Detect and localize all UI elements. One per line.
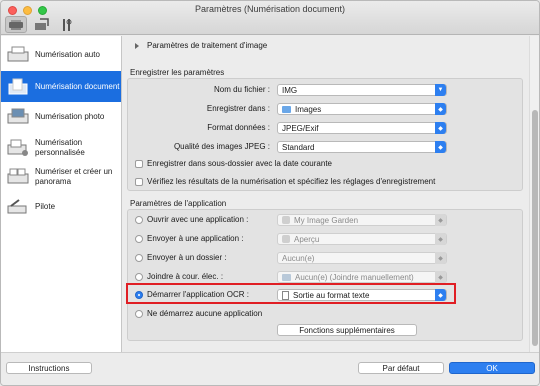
chevron-updown-icon: ◆ xyxy=(435,252,446,264)
attach-email-label: Joindre à cour. élec. : xyxy=(147,272,224,281)
send-folder-label: Envoyer à un dossier : xyxy=(147,253,227,262)
attach-email-radio[interactable]: Joindre à cour. élec. : xyxy=(135,272,223,281)
sidebar-item-label: Numérisation document xyxy=(35,81,120,91)
format-select[interactable]: JPEG/Exif ◆ xyxy=(277,122,447,134)
verify-results-label: Vérifiez les résultats de la numérisatio… xyxy=(147,177,436,186)
sidebar-item-label: Numérisation auto xyxy=(35,50,100,59)
general-settings-icon xyxy=(35,17,49,30)
sidebar-item-label: Pilote xyxy=(35,202,56,211)
sidebar-item-document-scan[interactable]: Numérisation document xyxy=(1,71,121,102)
scan-settings-tab[interactable] xyxy=(5,16,27,33)
send-app-label: Envoyer à une application : xyxy=(147,234,244,243)
send-app-value: Aperçu xyxy=(294,234,320,244)
checkbox-box[interactable] xyxy=(135,177,143,186)
chevron-updown-icon: ◆ xyxy=(435,141,446,153)
filename-value: IMG xyxy=(282,85,298,95)
verify-results-checkbox[interactable]: Vérifiez les résultats de la numérisatio… xyxy=(135,177,435,186)
no-app-label: Ne démarrez aucune application xyxy=(147,309,263,318)
settings-panel: Paramètres de traitement d'image Enregis… xyxy=(123,36,528,352)
open-app-label: Ouvrir avec une application : xyxy=(147,215,249,224)
app-settings-title: Paramètres de l'application xyxy=(130,199,227,208)
subfolder-date-label: Enregistrer dans sous-dossier avec la da… xyxy=(147,159,332,168)
chevron-updown-icon: ◆ xyxy=(435,214,446,226)
settings-window: Paramètres (Numérisation document) Numér… xyxy=(0,0,540,386)
image-processing-disclosure[interactable]: Paramètres de traitement d'image xyxy=(135,41,267,50)
send-folder-select[interactable]: Aucun(e) ◆ xyxy=(277,252,447,264)
format-value: JPEG/Exif xyxy=(282,123,319,133)
default-button[interactable]: Par défaut xyxy=(358,362,444,374)
title-bar: Paramètres (Numérisation document) xyxy=(1,1,539,35)
open-app-value: My Image Garden xyxy=(294,215,359,225)
preview-icon xyxy=(282,235,290,243)
save-in-label: Enregistrer dans : xyxy=(206,104,270,113)
chevron-updown-icon: ◆ xyxy=(435,271,446,283)
send-folder-value: Aucun(e) xyxy=(282,253,315,263)
custom-scan-icon xyxy=(7,139,28,156)
chevron-updown-icon: ◆ xyxy=(435,122,446,134)
send-app-radio[interactable]: Envoyer à une application : xyxy=(135,234,244,243)
scan-settings-icon xyxy=(9,19,23,30)
document-scan-icon xyxy=(8,78,28,94)
instructions-button[interactable]: Instructions xyxy=(6,362,92,374)
photo-scan-icon xyxy=(7,108,29,124)
window-title: Paramètres (Numérisation document) xyxy=(194,4,346,14)
chevron-updown-icon: ◆ xyxy=(435,233,446,245)
ocr-highlight-box xyxy=(126,283,456,304)
sidebar-item-label: Numérisation personnalisée xyxy=(35,138,85,157)
attach-email-select[interactable]: Aucun(e) (Joindre manuellement) ◆ xyxy=(277,271,447,283)
folder-icon xyxy=(282,105,291,113)
driver-icon xyxy=(7,199,27,214)
subfolder-date-checkbox[interactable]: Enregistrer dans sous-dossier avec la da… xyxy=(135,159,332,168)
open-app-select[interactable]: My Image Garden ◆ xyxy=(277,214,447,226)
radio-button[interactable] xyxy=(135,253,143,262)
sidebar-item-panorama[interactable]: Numériser et créer un panorama xyxy=(1,164,121,190)
save-settings-group: Nom du fichier : IMG ▼ Enregistrer dans … xyxy=(127,78,523,191)
app-icon xyxy=(282,216,290,224)
ok-button[interactable]: OK xyxy=(449,362,535,374)
radio-button[interactable] xyxy=(135,309,143,318)
tools-tab[interactable] xyxy=(57,16,79,33)
mail-icon xyxy=(282,273,291,281)
checkbox-box[interactable] xyxy=(135,159,143,168)
send-folder-radio[interactable]: Envoyer à un dossier : xyxy=(135,253,227,262)
sidebar-item-label: Numérisation photo xyxy=(35,112,105,121)
footer-bar: Instructions Par défaut OK xyxy=(1,352,539,385)
open-app-radio[interactable]: Ouvrir avec une application : xyxy=(135,215,248,224)
image-processing-label: Paramètres de traitement d'image xyxy=(147,41,268,50)
more-functions-button[interactable]: Fonctions supplémentaires xyxy=(277,324,417,336)
radio-button[interactable] xyxy=(135,234,143,243)
jpeg-quality-value: Standard xyxy=(282,142,315,152)
save-settings-title: Enregistrer les paramètres xyxy=(130,68,225,77)
auto-scan-icon xyxy=(7,46,29,62)
jpeg-quality-select[interactable]: Standard ◆ xyxy=(277,141,447,153)
sidebar-item-auto-scan[interactable]: Numérisation auto xyxy=(1,42,121,68)
filename-label: Nom du fichier : xyxy=(213,85,270,94)
panorama-icon xyxy=(7,168,29,184)
sidebar-item-photo-scan[interactable]: Numérisation photo xyxy=(1,104,121,130)
format-label: Format données : xyxy=(207,123,270,132)
save-in-select[interactable]: Images ◆ xyxy=(277,103,447,115)
save-in-value: Images xyxy=(295,104,322,114)
sidebar-item-driver[interactable]: Pilote xyxy=(1,196,121,218)
radio-button[interactable] xyxy=(135,215,143,224)
disclosure-triangle-icon xyxy=(135,42,139,49)
sidebar-item-custom-scan[interactable]: Numérisation personnalisée xyxy=(1,135,121,161)
chevron-down-icon: ▼ xyxy=(435,84,446,96)
chevron-updown-icon: ◆ xyxy=(435,103,446,115)
sidebar: Numérisation auto Numérisation document … xyxy=(1,36,122,352)
jpeg-quality-label: Qualité des images JPEG : xyxy=(173,142,270,151)
vertical-scrollbar[interactable] xyxy=(529,36,539,352)
no-app-radio[interactable]: Ne démarrez aucune application xyxy=(135,309,262,318)
filename-combo[interactable]: IMG ▼ xyxy=(277,84,447,96)
radio-button[interactable] xyxy=(135,272,143,281)
general-settings-tab[interactable] xyxy=(31,16,53,33)
app-settings-group: Ouvrir avec une application : My Image G… xyxy=(127,209,523,341)
sidebar-item-label: Numériser et créer un panorama xyxy=(35,167,113,186)
send-app-select[interactable]: Aperçu ◆ xyxy=(277,233,447,245)
attach-email-value: Aucun(e) (Joindre manuellement) xyxy=(295,272,414,282)
scrollbar-thumb[interactable] xyxy=(532,110,538,346)
tools-icon xyxy=(63,18,72,31)
